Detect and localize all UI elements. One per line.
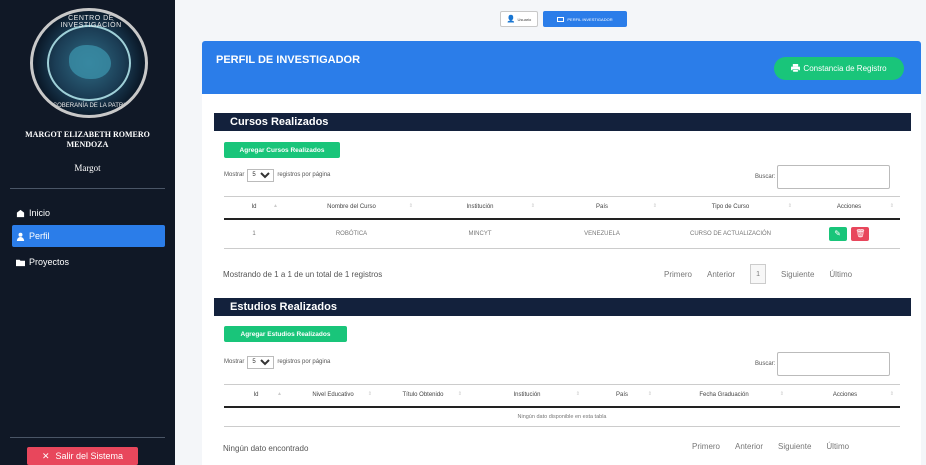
id-card-icon [557, 16, 565, 22]
estudios-table-info: Ningún dato encontrado [223, 444, 309, 453]
sidebar-item-label: Proyectos [29, 257, 70, 267]
cursos-pagination: Primero Anterior 1 Siguiente Último [664, 264, 852, 284]
pager-last[interactable]: Último [826, 442, 849, 451]
sidebar-divider [10, 437, 165, 438]
cursos-length-select[interactable]: 5 [247, 168, 275, 182]
column-header-acciones[interactable]: Acciones ⇕ [790, 384, 900, 408]
column-header-institucion[interactable]: Institución ⇕ [468, 384, 586, 408]
cursos-page-length: Mostrar 5 registros por página [224, 168, 330, 182]
sidebar-item-label: Inicio [29, 208, 51, 218]
column-header-nivel[interactable]: Nivel Educativo ⇕ [288, 384, 378, 408]
pager-page-1[interactable]: 1 [750, 264, 767, 284]
cursos-search-input[interactable] [777, 165, 891, 189]
table-row-empty: Ningún dato disponible en esta tabla [224, 406, 900, 427]
user-icon [16, 232, 25, 241]
sidebar-divider [10, 188, 165, 189]
pager-first[interactable]: Primero [664, 270, 692, 279]
add-curso-button[interactable]: Agregar Cursos Realizados [224, 142, 340, 158]
cursos-search: Buscar: [755, 165, 891, 189]
sidebar-item-perfil[interactable]: Perfil [12, 225, 165, 247]
column-header-titulo[interactable]: Título Obtenido ⇕ [378, 384, 468, 408]
column-header-pais[interactable]: País ⇕ [541, 196, 663, 220]
column-header-nombre[interactable]: Nombre del Curso ⇕ [284, 196, 419, 220]
user-shortname: Margot [74, 163, 101, 173]
column-header-id[interactable]: Id ▲ [224, 196, 284, 220]
column-header-acciones[interactable]: Acciones ⇕ [798, 196, 900, 220]
profile-panel-header: PERFIL DE INVESTIGADOR Constancia de Reg… [202, 41, 921, 94]
estudios-search-input[interactable] [777, 352, 891, 376]
user-button[interactable]: 👤 Usuario [500, 11, 538, 27]
estudios-section-title: Estudios Realizados [214, 298, 911, 316]
edit-button[interactable]: ✎ [828, 226, 847, 241]
page-title: PERFIL DE INVESTIGADOR [216, 54, 361, 66]
pager-previous[interactable]: Anterior [707, 270, 735, 279]
pager-first[interactable]: Primero [692, 442, 720, 451]
estudios-table: Id ▲ Nivel Educativo ⇕ Título Obtenido ⇕ In… [224, 384, 900, 427]
pager-next[interactable]: Siguiente [778, 442, 811, 451]
cursos-table-info: Mostrando de 1 a 1 de un total de 1 regi… [223, 270, 383, 279]
sidebar: CENTRO DE INVESTIGACIÓN SOBERANÍA DE LA … [0, 0, 175, 465]
column-header-pais[interactable]: País ⇕ [586, 384, 658, 408]
cursos-section-title: Cursos Realizados [214, 113, 911, 131]
print-icon [791, 63, 801, 74]
user-icon: 👤 [506, 16, 516, 23]
institution-logo: CENTRO DE INVESTIGACIÓN SOBERANÍA DE LA … [30, 8, 148, 118]
add-estudio-button[interactable]: Agregar Estudios Realizados [224, 326, 347, 342]
column-header-id[interactable]: Id ▲ [224, 384, 288, 408]
table-row: 1 ROBÓTICA MINCYT VENEZUELA CURSO DE ACT… [224, 218, 900, 249]
close-icon: ✕ [41, 450, 50, 461]
delete-button[interactable]: 🗑 [851, 226, 870, 241]
column-header-tipo[interactable]: Tipo de Curso ⇕ [663, 196, 798, 220]
cursos-table: Id ▲ Nombre del Curso ⇕ Institución ⇕ País ⇕… [224, 196, 900, 249]
estudios-pagination: Primero Anterior Siguiente Último [692, 442, 849, 451]
column-header-fecha[interactable]: Fecha Graduación ⇕ [658, 384, 790, 408]
estudios-search: Buscar: [755, 352, 891, 376]
estudios-page-length: Mostrar 5 registros por página [224, 355, 330, 369]
column-header-institucion[interactable]: Institución ⇕ [419, 196, 541, 220]
sidebar-item-label: Perfil [29, 231, 50, 241]
pager-last[interactable]: Último [829, 270, 852, 279]
folder-icon [16, 258, 25, 267]
role-badge[interactable]: PERFIL INVESTIGADOR [543, 11, 627, 27]
logout-button[interactable]: ✕ Salir del Sistema [27, 447, 138, 465]
sidebar-item-proyectos[interactable]: Proyectos [12, 251, 165, 273]
home-icon [16, 209, 25, 218]
constancia-button[interactable]: Constancia de Registro [774, 57, 904, 80]
edit-icon: ✎ [834, 228, 841, 238]
pager-previous[interactable]: Anterior [735, 442, 763, 451]
user-fullname: MARGOT ELIZABETH ROMERO MENDOZA [25, 130, 150, 149]
sidebar-item-inicio[interactable]: Inicio [12, 202, 165, 224]
estudios-length-select[interactable]: 5 [247, 355, 275, 369]
trash-icon: 🗑 [855, 228, 866, 238]
pager-next[interactable]: Siguiente [781, 270, 814, 279]
